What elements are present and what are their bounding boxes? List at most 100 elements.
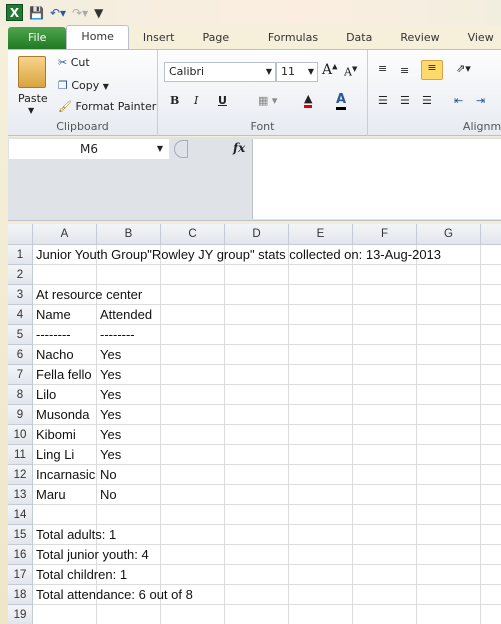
fill-color-icon[interactable]: ▲	[304, 92, 313, 108]
cell[interactable]	[417, 305, 481, 325]
cell[interactable]	[481, 285, 501, 305]
cell[interactable]	[481, 265, 501, 285]
cell[interactable]	[33, 325, 97, 345]
cell[interactable]	[353, 245, 417, 265]
cell[interactable]	[289, 525, 353, 545]
cell[interactable]	[481, 545, 501, 565]
cell[interactable]	[481, 325, 501, 345]
cell[interactable]	[161, 325, 225, 345]
cell[interactable]	[353, 345, 417, 365]
grow-font-icon[interactable]: A▲	[322, 62, 338, 78]
align-right-icon[interactable]: ☰	[422, 94, 432, 107]
cell[interactable]	[289, 365, 353, 385]
cell[interactable]	[97, 385, 161, 405]
cell[interactable]	[353, 265, 417, 285]
cell[interactable]	[225, 545, 289, 565]
cell[interactable]	[161, 565, 225, 585]
cell[interactable]	[289, 385, 353, 405]
cell[interactable]	[417, 285, 481, 305]
cell[interactable]	[481, 305, 501, 325]
cell[interactable]	[97, 325, 161, 345]
column-header-f[interactable]: F	[353, 224, 417, 245]
cell[interactable]	[417, 465, 481, 485]
cell[interactable]	[289, 305, 353, 325]
cell[interactable]	[33, 465, 97, 485]
align-left-icon[interactable]: ☰	[378, 94, 388, 107]
cell[interactable]	[417, 445, 481, 465]
cell[interactable]	[353, 605, 417, 624]
cell[interactable]	[97, 425, 161, 445]
paste-dropdown-icon[interactable]: ▼	[28, 106, 34, 115]
format-painter-button[interactable]: 🖌 Format Painter	[58, 100, 156, 113]
cell[interactable]	[33, 585, 97, 605]
cell[interactable]	[161, 485, 225, 505]
cell[interactable]	[481, 445, 501, 465]
worksheet-grid[interactable]: A B C D E F G 1 Junior Youth Group"Rowley JY gro…	[8, 224, 501, 624]
cell[interactable]	[417, 265, 481, 285]
decrease-indent-icon[interactable]: ⇤	[454, 94, 463, 107]
tab-page-layout[interactable]: Page Layout	[188, 27, 253, 66]
cell[interactable]	[353, 565, 417, 585]
tab-insert[interactable]: Insert	[129, 27, 189, 49]
cell[interactable]	[417, 325, 481, 345]
cell[interactable]	[97, 605, 161, 624]
cell[interactable]	[417, 585, 481, 605]
cell[interactable]	[225, 585, 289, 605]
column-header-c[interactable]: C	[161, 224, 225, 245]
shrink-font-icon[interactable]: A▼	[344, 65, 357, 79]
font-color-icon[interactable]: A	[336, 92, 347, 110]
cell[interactable]	[97, 565, 161, 585]
paste-icon[interactable]	[18, 56, 46, 88]
row-header[interactable]: 12	[8, 465, 33, 485]
cell[interactable]	[225, 305, 289, 325]
cell[interactable]	[33, 505, 97, 525]
cell[interactable]	[225, 505, 289, 525]
cell[interactable]	[289, 565, 353, 585]
undo-icon[interactable]: ↶▾	[50, 6, 66, 20]
align-center-icon[interactable]: ☰	[400, 94, 410, 107]
cell[interactable]	[161, 585, 225, 605]
row-header[interactable]: 3	[8, 285, 33, 305]
cell[interactable]	[353, 545, 417, 565]
cell[interactable]	[417, 365, 481, 385]
cell[interactable]	[161, 305, 225, 325]
cell[interactable]	[289, 425, 353, 445]
paste-button[interactable]: Paste	[18, 92, 48, 105]
cell[interactable]	[97, 485, 161, 505]
cell[interactable]	[289, 545, 353, 565]
cell[interactable]	[33, 365, 97, 385]
cell[interactable]	[417, 565, 481, 585]
copy-button[interactable]: ❐ Copy ▼	[58, 79, 109, 92]
cell[interactable]	[481, 505, 501, 525]
cell[interactable]	[33, 525, 97, 545]
underline-button[interactable]: U	[218, 94, 227, 107]
cell[interactable]	[289, 505, 353, 525]
redo-icon[interactable]: ↷▾	[72, 6, 88, 20]
align-middle-icon[interactable]: ≡	[400, 64, 409, 77]
cell[interactable]	[161, 365, 225, 385]
cell[interactable]	[353, 445, 417, 465]
cell[interactable]	[97, 285, 161, 305]
cell[interactable]	[417, 245, 481, 265]
formula-input[interactable]	[252, 139, 501, 219]
cell[interactable]	[417, 345, 481, 365]
cell[interactable]	[33, 445, 97, 465]
row-header[interactable]: 8	[8, 385, 33, 405]
column-header-d[interactable]: D	[225, 224, 289, 245]
cell[interactable]	[481, 525, 501, 545]
borders-icon[interactable]: ▦ ▾	[258, 94, 277, 107]
cell[interactable]	[97, 345, 161, 365]
align-top-icon[interactable]: ≡	[378, 62, 387, 75]
select-all-button[interactable]	[8, 224, 33, 245]
cell[interactable]	[353, 505, 417, 525]
cell[interactable]	[225, 285, 289, 305]
tab-home[interactable]: Home	[66, 25, 129, 49]
cell[interactable]	[481, 485, 501, 505]
column-header-b[interactable]: B	[97, 224, 161, 245]
cell[interactable]	[417, 485, 481, 505]
cell[interactable]	[161, 345, 225, 365]
insert-function-button[interactable]: fx	[233, 141, 245, 155]
row-header[interactable]: 14	[8, 505, 33, 525]
cell[interactable]	[289, 325, 353, 345]
cell[interactable]	[289, 605, 353, 624]
